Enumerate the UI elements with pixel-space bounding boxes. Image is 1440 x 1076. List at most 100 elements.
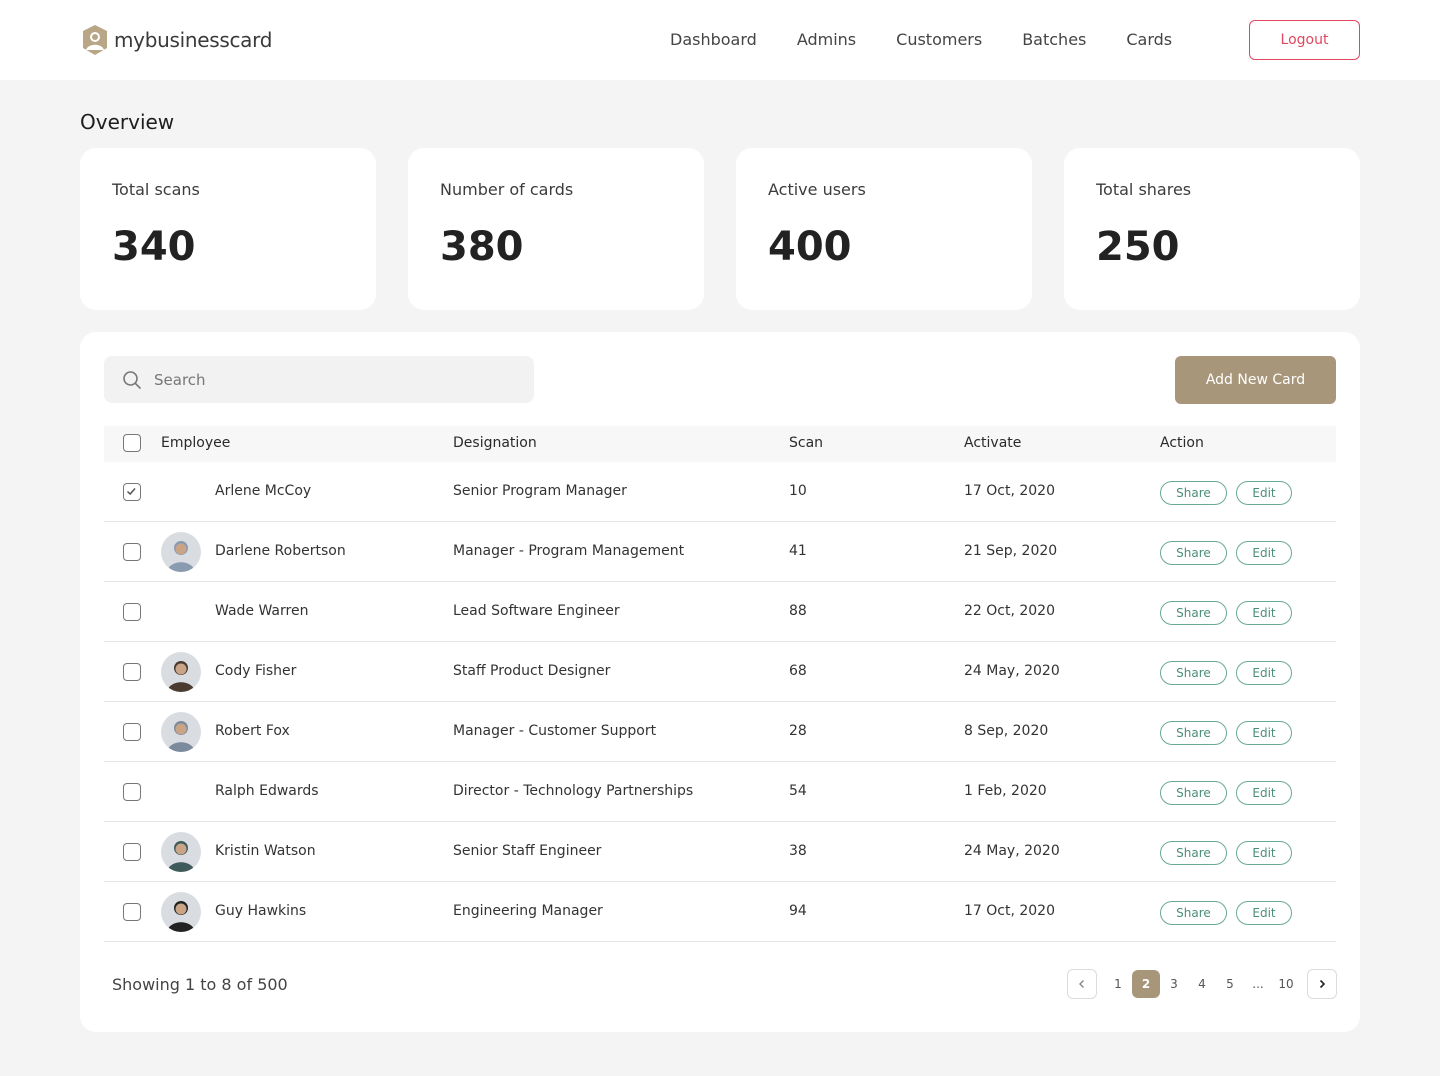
stat-value: 400 <box>768 224 852 270</box>
row-checkbox[interactable] <box>123 783 141 801</box>
column-header-action: Action <box>1160 435 1204 451</box>
column-header-activate[interactable]: Activate <box>964 435 1021 451</box>
search-icon <box>123 371 141 389</box>
avatar <box>161 832 201 872</box>
table-row[interactable]: Darlene Robertson Manager - Program Manag… <box>104 522 1336 582</box>
row-checkbox[interactable] <box>123 723 141 741</box>
employee-name[interactable]: Ralph Edwards <box>215 783 319 799</box>
employee-name[interactable]: Cody Fisher <box>215 663 296 679</box>
top-navbar: mybusinesscard Dashboard Admins Customer… <box>0 0 1440 80</box>
designation-cell: Staff Product Designer <box>453 663 611 679</box>
scan-cell: 41 <box>789 543 807 559</box>
brand-logo[interactable]: mybusinesscard <box>80 22 272 58</box>
page-number-1[interactable]: 1 <box>1104 970 1132 998</box>
logout-button[interactable]: Logout <box>1249 20 1360 60</box>
activate-date-cell: 22 Oct, 2020 <box>964 603 1055 619</box>
activate-date-cell: 17 Oct, 2020 <box>964 483 1055 499</box>
edit-button[interactable]: Edit <box>1236 541 1292 565</box>
edit-button[interactable]: Edit <box>1236 721 1292 745</box>
stat-label: Total scans <box>112 180 200 199</box>
stat-card-total-scans: Total scans 340 <box>80 148 376 310</box>
share-button[interactable]: Share <box>1160 781 1227 805</box>
stat-label: Total shares <box>1096 180 1192 199</box>
column-header-designation[interactable]: Designation <box>453 435 537 451</box>
page-title: Overview <box>80 110 175 134</box>
activate-date-cell: 1 Feb, 2020 <box>964 783 1047 799</box>
prev-page-button[interactable] <box>1067 969 1097 999</box>
table-row[interactable]: Arlene McCoy Senior Program Manager 10 17 O… <box>104 462 1336 522</box>
scan-cell: 38 <box>789 843 807 859</box>
nav-admins[interactable]: Admins <box>797 28 856 52</box>
avatar <box>161 532 201 572</box>
scan-cell: 94 <box>789 903 807 919</box>
designation-cell: Lead Software Engineer <box>453 603 620 619</box>
employee-name[interactable]: Guy Hawkins <box>215 903 306 919</box>
employee-name[interactable]: Robert Fox <box>215 723 290 739</box>
page-number-2[interactable]: 2 <box>1132 970 1160 998</box>
row-checkbox[interactable] <box>123 843 141 861</box>
table-row[interactable]: Cody Fisher Staff Product Designer 68 24 Ma… <box>104 642 1336 702</box>
share-button[interactable]: Share <box>1160 901 1227 925</box>
table-row[interactable]: Guy Hawkins Engineering Manager 94 17 Oct, … <box>104 882 1336 942</box>
row-checkbox[interactable] <box>123 903 141 921</box>
logo-user-icon <box>83 25 107 55</box>
share-button[interactable]: Share <box>1160 661 1227 685</box>
row-checkbox[interactable] <box>123 603 141 621</box>
edit-button[interactable]: Edit <box>1236 781 1292 805</box>
edit-button[interactable]: Edit <box>1236 661 1292 685</box>
edit-button[interactable]: Edit <box>1236 901 1292 925</box>
nav-dashboard[interactable]: Dashboard <box>670 28 757 52</box>
pagination-ellipsis: ... <box>1252 977 1264 991</box>
search-box[interactable] <box>104 356 534 403</box>
chevron-left-icon <box>1079 980 1084 988</box>
main-nav: Dashboard Admins Customers Batches Cards <box>670 28 1212 52</box>
page-number-3[interactable]: 3 <box>1160 970 1188 998</box>
row-checkbox[interactable] <box>123 543 141 561</box>
table-row[interactable]: Kristin Watson Senior Staff Engineer 38 24 … <box>104 822 1336 882</box>
share-button[interactable]: Share <box>1160 721 1227 745</box>
page-number-5[interactable]: 5 <box>1216 970 1244 998</box>
table-row[interactable]: Robert Fox Manager - Customer Support 28 8 … <box>104 702 1336 762</box>
avatar <box>161 652 201 692</box>
table-row[interactable]: Ralph Edwards Director - Technology Partn… <box>104 762 1336 822</box>
share-button[interactable]: Share <box>1160 541 1227 565</box>
select-all-checkbox[interactable] <box>123 434 141 452</box>
chevron-right-icon <box>1319 979 1326 989</box>
activate-date-cell: 21 Sep, 2020 <box>964 543 1058 559</box>
employee-name[interactable]: Kristin Watson <box>215 843 316 859</box>
avatar <box>161 892 201 932</box>
scan-cell: 68 <box>789 663 807 679</box>
activate-date-cell: 8 Sep, 2020 <box>964 723 1049 739</box>
designation-cell: Senior Staff Engineer <box>453 843 602 859</box>
table-row[interactable]: Wade Warren Lead Software Engineer 88 22 Oc… <box>104 582 1336 642</box>
share-button[interactable]: Share <box>1160 601 1227 625</box>
activate-date-cell: 24 May, 2020 <box>964 843 1060 859</box>
add-new-card-button[interactable]: Add New Card <box>1175 356 1336 404</box>
column-header-employee[interactable]: Employee <box>161 435 230 451</box>
share-button[interactable]: Share <box>1160 481 1227 505</box>
designation-cell: Engineering Manager <box>453 903 603 919</box>
nav-cards[interactable]: Cards <box>1126 28 1172 52</box>
page-number-10[interactable]: 10 <box>1272 970 1300 998</box>
page-number-4[interactable]: 4 <box>1188 970 1216 998</box>
edit-button[interactable]: Edit <box>1236 481 1292 505</box>
edit-button[interactable]: Edit <box>1236 601 1292 625</box>
employee-name[interactable]: Wade Warren <box>215 603 308 619</box>
row-checkbox-checked[interactable] <box>123 483 141 501</box>
stat-label: Number of cards <box>440 180 574 199</box>
cards-table-panel: Add New Card Employee Designation Scan A… <box>80 332 1360 1032</box>
nav-batches[interactable]: Batches <box>1022 28 1086 52</box>
search-input[interactable] <box>154 356 524 403</box>
row-checkbox[interactable] <box>123 663 141 681</box>
employee-name[interactable]: Darlene Robertson <box>215 543 346 559</box>
nav-customers[interactable]: Customers <box>896 28 982 52</box>
column-header-scan[interactable]: Scan <box>789 435 823 451</box>
pagination-summary: Showing 1 to 8 of 500 <box>112 975 288 994</box>
edit-button[interactable]: Edit <box>1236 841 1292 865</box>
employee-name[interactable]: Arlene McCoy <box>215 483 311 499</box>
stat-label: Active users <box>768 180 866 199</box>
next-page-button[interactable] <box>1307 969 1337 999</box>
stat-value: 380 <box>440 224 524 270</box>
share-button[interactable]: Share <box>1160 841 1227 865</box>
designation-cell: Manager - Program Management <box>453 543 685 559</box>
